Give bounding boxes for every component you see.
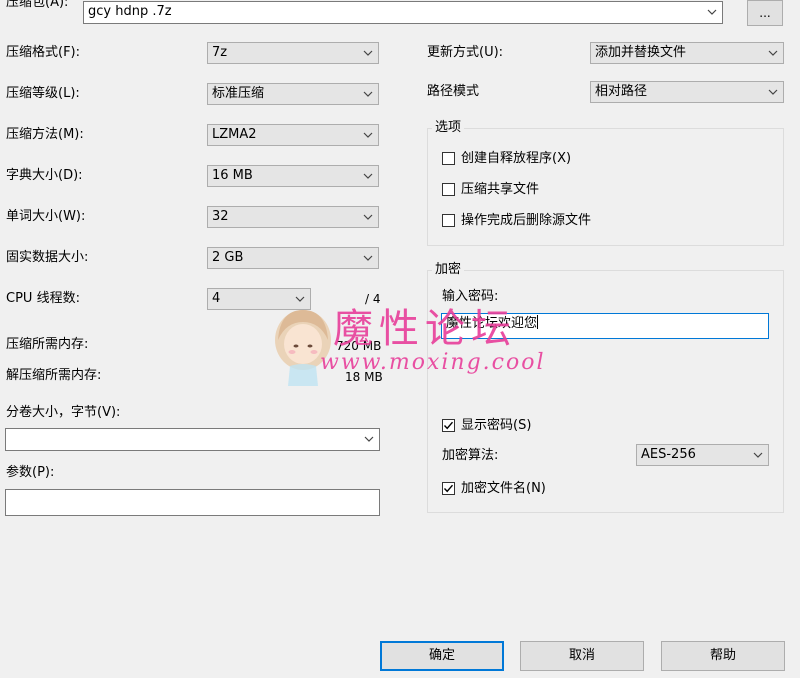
volume-size-combobox[interactable]	[5, 428, 380, 451]
show-password-checkbox[interactable]	[442, 419, 455, 432]
sfx-checkbox-label[interactable]: 创建自释放程序(X)	[461, 150, 571, 168]
chevron-down-icon[interactable]	[363, 90, 373, 98]
archive-label: 压缩包(A):	[6, 0, 69, 10]
format-select[interactable]: 7z	[207, 42, 379, 64]
level-select[interactable]: 标准压缩	[207, 83, 379, 105]
encryption-group-title: 加密	[432, 262, 465, 278]
path-mode-value: 相对路径	[595, 84, 648, 99]
watermark-title: 魔性论坛	[333, 306, 517, 352]
chevron-down-icon[interactable]	[363, 213, 373, 221]
chevron-down-icon[interactable]	[364, 435, 374, 443]
update-mode-label: 更新方式(U):	[427, 45, 504, 60]
checkmark-icon	[443, 484, 454, 493]
dictionary-value: 16 MB	[212, 168, 253, 183]
solid-block-select[interactable]: 2 GB	[207, 247, 379, 269]
parameters-label: 参数(P):	[6, 465, 55, 480]
delete-after-checkbox[interactable]	[442, 214, 455, 227]
archive-name-combobox[interactable]: gcy hdnp .7z	[83, 1, 723, 24]
level-label: 压缩等级(L):	[6, 86, 80, 101]
method-label: 压缩方法(M):	[6, 127, 84, 142]
format-label: 压缩格式(F):	[6, 45, 81, 60]
update-mode-select[interactable]: 添加并替换文件	[590, 42, 784, 64]
chevron-down-icon[interactable]	[707, 8, 717, 16]
solid-block-value: 2 GB	[212, 250, 244, 265]
method-value: LZMA2	[212, 127, 257, 142]
chevron-down-icon[interactable]	[363, 49, 373, 57]
help-button[interactable]: 帮助	[661, 641, 785, 671]
chevron-down-icon[interactable]	[363, 131, 373, 139]
shared-files-checkbox[interactable]	[442, 183, 455, 196]
sfx-checkbox[interactable]	[442, 152, 455, 165]
watermark-url: www.moxing.cool	[320, 350, 546, 375]
parameters-input[interactable]	[5, 489, 380, 516]
dictionary-label: 字典大小(D):	[6, 168, 83, 183]
chevron-down-icon[interactable]	[768, 88, 778, 96]
method-select[interactable]: LZMA2	[207, 124, 379, 146]
update-mode-value: 添加并替换文件	[595, 45, 687, 60]
archive-name-value: gcy hdnp .7z	[88, 4, 172, 19]
encrypt-names-label[interactable]: 加密文件名(N)	[461, 480, 546, 498]
options-group-title: 选项	[432, 120, 465, 136]
chevron-down-icon[interactable]	[768, 49, 778, 57]
cancel-button[interactable]: 取消	[520, 641, 644, 671]
word-size-select[interactable]: 32	[207, 206, 379, 228]
shared-files-checkbox-label[interactable]: 压缩共享文件	[461, 181, 539, 199]
threads-value: 4	[212, 291, 221, 306]
word-size-label: 单词大小(W):	[6, 209, 86, 224]
dictionary-select[interactable]: 16 MB	[207, 165, 379, 187]
level-value: 标准压缩	[212, 86, 265, 101]
format-value: 7z	[212, 45, 228, 60]
browse-button[interactable]: ...	[747, 0, 783, 26]
checkmark-icon	[443, 421, 454, 430]
solid-block-label: 固实数据大小:	[6, 250, 89, 265]
compress-memory-label: 压缩所需内存:	[6, 337, 89, 352]
path-mode-select[interactable]: 相对路径	[590, 81, 784, 103]
encryption-method-select[interactable]: AES-256	[636, 444, 769, 466]
threads-label: CPU 线程数:	[6, 291, 80, 306]
encryption-method-label: 加密算法:	[442, 448, 499, 463]
chevron-down-icon[interactable]	[753, 451, 763, 459]
watermark-mascot-image	[268, 300, 338, 390]
chevron-down-icon[interactable]	[363, 172, 373, 180]
path-mode-label: 路径模式	[427, 84, 480, 99]
volume-size-label: 分卷大小，字节(V):	[6, 405, 121, 420]
word-size-value: 32	[212, 209, 229, 224]
delete-after-checkbox-label[interactable]: 操作完成后删除源文件	[461, 212, 591, 230]
encrypt-names-checkbox[interactable]	[442, 482, 455, 495]
decompress-memory-label: 解压缩所需内存:	[6, 368, 102, 383]
ok-button[interactable]: 确定	[380, 641, 504, 671]
text-cursor	[537, 315, 539, 329]
encryption-method-value: AES-256	[641, 447, 696, 462]
chevron-down-icon[interactable]	[363, 254, 373, 262]
show-password-label[interactable]: 显示密码(S)	[461, 417, 531, 435]
